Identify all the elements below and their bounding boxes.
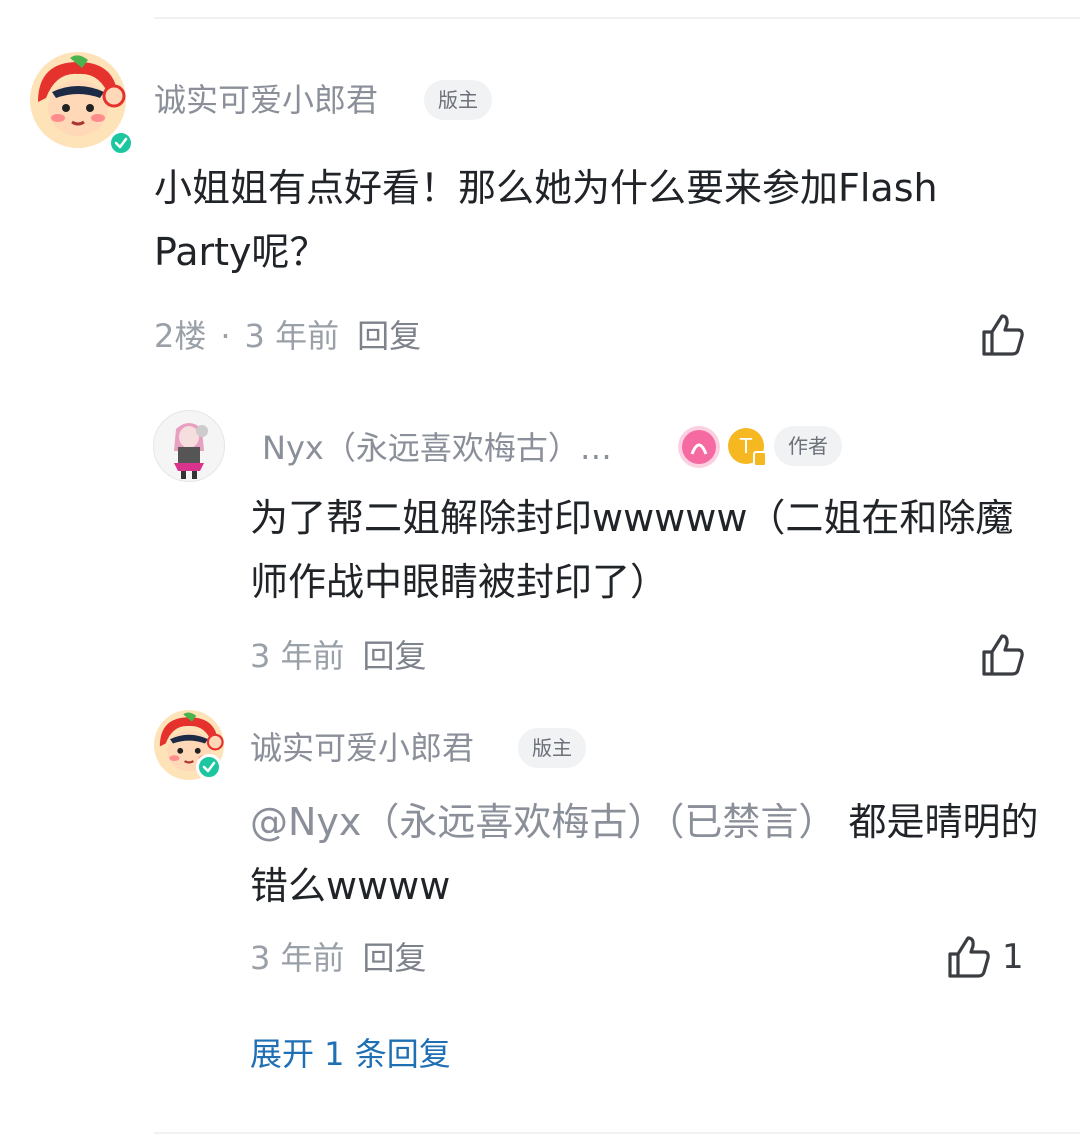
reply-avatar[interactable]	[153, 410, 225, 482]
verified-badge	[108, 130, 134, 156]
expand-replies-link[interactable]: 展开 1 条回复	[250, 1034, 451, 1074]
like-button[interactable]	[980, 312, 1026, 358]
reply-meta: 3 年前 回复	[250, 636, 427, 676]
thumbs-up-icon	[948, 936, 990, 978]
top-divider	[154, 17, 1080, 19]
moderator-badge: 版主	[424, 80, 492, 120]
verified-badge	[196, 754, 222, 780]
reply-time: 3 年前	[250, 637, 345, 675]
comment-meta: 2楼 · 3 年前 回复	[154, 316, 421, 356]
checkmark-icon	[202, 761, 216, 773]
thumbs-up-icon	[982, 634, 1024, 676]
comment-username[interactable]: 诚实可爱小郎君	[154, 80, 378, 120]
separator-dot: ·	[220, 317, 231, 355]
author-badge: 作者	[774, 426, 842, 466]
reply-button[interactable]: 回复	[357, 317, 421, 355]
reply-text: 为了帮二姐解除封印wwwww（二姐在和除魔师作战中眼睛被封印了）	[250, 496, 1014, 604]
reply-avatar[interactable]	[154, 710, 224, 780]
comment-text: 小姐姐有点好看！那么她为什么要来参加Flash Party呢？	[154, 166, 938, 274]
checkmark-icon	[114, 137, 128, 149]
reply-button[interactable]: 回复	[363, 637, 427, 675]
reply-username[interactable]: 诚实可爱小郎君	[250, 728, 474, 768]
like-button[interactable]: 1	[946, 934, 1024, 980]
floor-number: 2楼	[154, 317, 207, 355]
reply-meta: 3 年前 回复	[250, 938, 427, 978]
pink-medal-icon	[678, 426, 720, 468]
moderator-badge: 版主	[518, 728, 586, 768]
like-button[interactable]	[980, 632, 1026, 678]
comment-time: 3 年前	[244, 317, 340, 355]
avatar[interactable]	[30, 52, 134, 156]
svg-text:T: T	[739, 434, 753, 458]
reply-time: 3 年前	[250, 939, 345, 977]
gold-medal-icon: T	[726, 426, 768, 468]
user-mention-link[interactable]: @Nyx（永远喜欢梅古）（已禁言）	[250, 800, 836, 844]
like-count: 1	[1002, 937, 1024, 977]
reply-text: @Nyx（永远喜欢梅古）（已禁言） 都是晴明的错么wwww	[250, 790, 1040, 918]
reply-button[interactable]: 回复	[363, 939, 427, 977]
reply-username[interactable]: Nyx（永远喜欢梅古）…	[262, 428, 612, 468]
bottom-divider	[154, 1132, 1080, 1134]
thumbs-up-icon	[982, 314, 1024, 356]
